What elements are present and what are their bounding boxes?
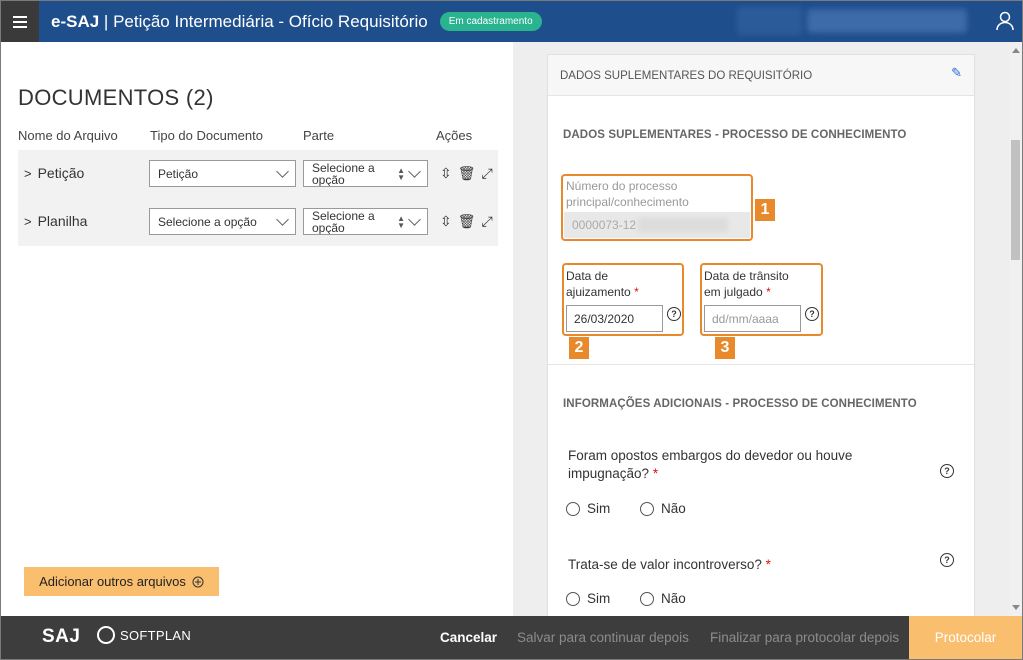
radio-circle bbox=[566, 501, 580, 516]
top-bar: e-SAJ | Petição Intermediária - Ofício R… bbox=[1, 1, 1022, 42]
doc-type-select[interactable]: Selecione a opção bbox=[149, 208, 296, 235]
doc-type-value: Petição bbox=[158, 166, 199, 181]
party-value: Selecione a opção bbox=[312, 161, 375, 187]
party-select[interactable]: Selecione a opção ▲ ▼ bbox=[303, 160, 428, 187]
row-expand[interactable]: > Planilha bbox=[24, 213, 87, 229]
highlight-box-2 bbox=[562, 263, 684, 336]
help-icon[interactable]: ? bbox=[940, 464, 954, 478]
col-doc-type: Tipo do Documento bbox=[150, 128, 263, 143]
table-row: > Planilha Selecione a opção Selecione a … bbox=[18, 198, 498, 246]
card-header: DADOS SUPLEMENTARES DO REQUISITÓRIO ✎ bbox=[548, 55, 974, 96]
trash-icon[interactable]: 🗑 bbox=[458, 165, 476, 182]
redacted-org bbox=[737, 7, 802, 35]
radio-embargos-yes[interactable]: Sim bbox=[566, 501, 610, 516]
party-select[interactable]: Selecione a opção ▲ ▼ bbox=[303, 208, 428, 235]
help-icon[interactable]: ? bbox=[940, 553, 954, 567]
hamburger-icon bbox=[13, 20, 27, 23]
app-title: e-SAJ | Petição Intermediária - Ofício R… bbox=[51, 11, 428, 31]
callout-3: 3 bbox=[715, 337, 735, 359]
radio-embargos-no[interactable]: Não bbox=[640, 501, 686, 516]
row-actions: ⇳ 🗑 ⤢ bbox=[440, 213, 493, 230]
highlight-box-1 bbox=[561, 174, 753, 241]
chevron-down-icon bbox=[276, 213, 289, 226]
section-title-additional: INFORMAÇÕES ADICIONAIS - PROCESSO DE CON… bbox=[563, 398, 917, 410]
radio-circle bbox=[640, 501, 654, 516]
brand-name: e-SAJ bbox=[51, 11, 100, 31]
question-embargos-line1: Foram opostos embargos do devedor ou hou… bbox=[568, 448, 853, 463]
radio-incontroverso-no[interactable]: Não bbox=[640, 591, 686, 606]
softplan-text: SOFTPLAN bbox=[120, 627, 192, 643]
question-incontroverso: Trata-se de valor incontroverso? * bbox=[568, 556, 771, 574]
reorder-icon[interactable]: ⇳ bbox=[440, 213, 452, 230]
callout-1: 1 bbox=[755, 199, 775, 221]
radio-circle bbox=[566, 591, 580, 606]
radio-circle bbox=[640, 591, 654, 606]
page-title: Petição Intermediária - Ofício Requisitó… bbox=[113, 11, 428, 31]
expand-icon[interactable]: ⤢ bbox=[482, 213, 493, 230]
plus-circle-icon bbox=[192, 576, 204, 587]
row-actions: ⇳ 🗑 ⤢ bbox=[440, 165, 493, 182]
section-divider bbox=[548, 364, 976, 365]
menu-button[interactable] bbox=[1, 1, 39, 42]
submit-button[interactable]: Protocolar bbox=[909, 616, 1022, 659]
scrollbar[interactable] bbox=[1009, 42, 1022, 616]
trash-icon[interactable]: 🗑 bbox=[458, 213, 476, 230]
question-embargos: Foram opostos embargos do devedor ou hou… bbox=[568, 447, 852, 483]
reorder-icon[interactable]: ⇳ bbox=[440, 165, 452, 182]
question-embargos-line2: impugnação? bbox=[568, 466, 650, 481]
user-icon[interactable] bbox=[996, 11, 1014, 31]
radio-incontroverso-yes[interactable]: Sim bbox=[566, 591, 610, 606]
scrollbar-thumb[interactable] bbox=[1011, 140, 1020, 260]
callout-2: 2 bbox=[569, 337, 589, 359]
col-filename: Nome do Arquivo bbox=[18, 128, 118, 143]
scroll-up-arrow[interactable] bbox=[1012, 48, 1020, 53]
required-mark: * bbox=[765, 557, 771, 572]
radio-label: Sim bbox=[587, 591, 611, 606]
chevron-right-icon: > bbox=[24, 214, 32, 229]
spinner-icon: ▲ ▼ bbox=[397, 166, 405, 182]
col-actions: Ações bbox=[436, 128, 473, 143]
chevron-down-icon bbox=[408, 165, 421, 178]
col-party: Parte bbox=[303, 128, 335, 143]
chevron-down-icon bbox=[408, 213, 421, 226]
scroll-down-arrow[interactable] bbox=[1012, 605, 1020, 610]
softplan-logo: SOFTPLAN bbox=[97, 626, 191, 644]
file-name: Planilha bbox=[37, 213, 88, 229]
footer-bar: SAJ SOFTPLAN Cancelar Salvar para contin… bbox=[1, 616, 1022, 659]
doc-type-value: Selecione a opção bbox=[158, 214, 257, 229]
row-expand[interactable]: > Petição bbox=[24, 165, 84, 181]
radio-label: Sim bbox=[587, 501, 611, 516]
documents-title: DOCUMENTOS (2) bbox=[18, 85, 214, 110]
spinner-icon: ▲ ▼ bbox=[397, 214, 405, 230]
radio-label: Não bbox=[661, 501, 686, 516]
status-badge: Em cadastramento bbox=[439, 12, 542, 31]
softplan-mark-icon bbox=[97, 626, 115, 644]
finalize-later-button[interactable]: Finalizar para protocolar depois bbox=[710, 616, 899, 659]
redacted-user bbox=[807, 9, 967, 33]
required-mark: * bbox=[652, 466, 659, 481]
add-files-button[interactable]: Adicionar outros arquivos bbox=[24, 567, 219, 596]
saj-logo: SAJ bbox=[42, 626, 81, 647]
save-later-button[interactable]: Salvar para continuar depois bbox=[517, 616, 689, 659]
supplementary-panel: DADOS SUPLEMENTARES DO REQUISITÓRIO ✎ DA… bbox=[513, 42, 1009, 616]
pencil-icon[interactable]: ✎ bbox=[951, 65, 962, 81]
documents-table: > Petição Petição Selecione a opção ▲ ▼ ⇳ 🗑… bbox=[18, 150, 498, 246]
file-name: Petição bbox=[37, 165, 85, 181]
chevron-down-icon bbox=[276, 165, 289, 178]
cancel-button[interactable]: Cancelar bbox=[440, 616, 497, 659]
doc-type-select[interactable]: Petição bbox=[149, 160, 296, 187]
radio-label: Não bbox=[661, 591, 686, 606]
card-title: DADOS SUPLEMENTARES DO REQUISITÓRIO bbox=[560, 70, 813, 82]
highlight-box-3 bbox=[700, 263, 823, 336]
section-title-knowledge: DADOS SUPLEMENTARES - PROCESSO DE CONHEC… bbox=[563, 129, 907, 141]
chevron-right-icon: > bbox=[24, 166, 32, 181]
table-row: > Petição Petição Selecione a opção ▲ ▼ ⇳ 🗑… bbox=[18, 150, 498, 198]
documents-panel: DOCUMENTOS (2) Nome do Arquivo Tipo do D… bbox=[1, 42, 513, 616]
question-incontroverso-text: Trata-se de valor incontroverso? bbox=[568, 557, 762, 572]
supplementary-card: DADOS SUPLEMENTARES DO REQUISITÓRIO ✎ DA… bbox=[547, 54, 976, 616]
party-value: Selecione a opção bbox=[312, 209, 375, 235]
expand-icon[interactable]: ⤢ bbox=[482, 165, 493, 182]
add-files-label: Adicionar outros arquivos bbox=[39, 574, 186, 589]
